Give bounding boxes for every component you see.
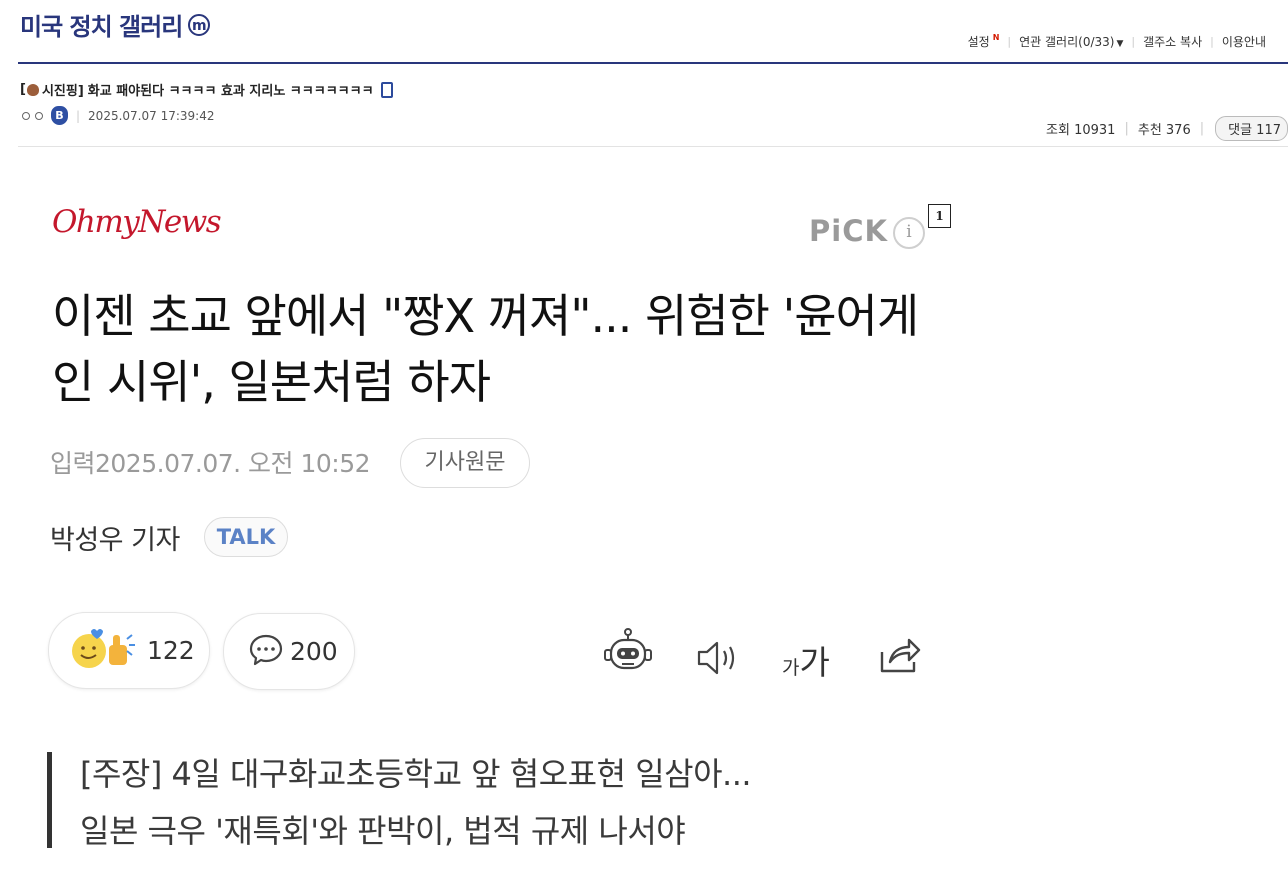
smile-thumbs-up-icon (69, 627, 137, 675)
post-title-text: 화교 패야된다 ㅋㅋㅋㅋ 효과 지리노 ㅋㅋㅋㅋㅋㅋㅋ (87, 84, 374, 99)
summary-quote-bar (47, 752, 52, 848)
article-comment-button: 200 (223, 613, 355, 690)
gallery-top-nav: 설정 N | 연관 갤러리(0/33) ▼ | 갤주소 복사 | 이용안내 (968, 33, 1266, 50)
related-galleries-dropdown[interactable]: 연관 갤러리(0/33) ▼ (1019, 33, 1123, 50)
font-size-small-label: 가 (782, 657, 800, 679)
settings-link[interactable]: 설정 N (968, 33, 1000, 50)
article-comment-count: 200 (290, 637, 338, 666)
footnote-marker: 1 (928, 204, 951, 228)
post-datetime: 2025.07.07 17:39:42 (88, 108, 215, 123)
share-icon (878, 634, 922, 680)
caret-down-icon: ▼ (1116, 39, 1124, 49)
nav-divider: | (1007, 35, 1012, 48)
mobile-icon (380, 81, 393, 98)
original-article-button: 기사원문 (400, 438, 530, 488)
font-size-large-label: 가 (799, 643, 830, 682)
author-level-badge-icon[interactable]: B (51, 106, 68, 125)
ai-summary-robot-icon (602, 628, 654, 680)
summary-line: [주장] 4일 대구화교초등학교 앞 혐오표현 일삼아... (80, 755, 752, 793)
view-count: 조회 10931 (1046, 123, 1116, 138)
ohmynews-logo: OhmyNews (52, 204, 222, 240)
post-title-bracket: [ (20, 82, 26, 97)
gallery-title[interactable]: 미국 정치 갤러리 m (20, 7, 211, 42)
speech-bubble-icon (248, 632, 284, 672)
nav-divider: | (1210, 35, 1214, 48)
post-title: [ 시진핑] 화교 패야된다 ㅋㅋㅋㅋ 효과 지리노 ㅋㅋㅋㅋㅋㅋㅋ (20, 80, 393, 99)
related-galleries-label: 연관 갤러리(0/33) (1019, 35, 1115, 49)
pick-label: PiCK (809, 214, 888, 248)
guide-link[interactable]: 이용안내 (1222, 33, 1266, 50)
stats-divider: | (1199, 121, 1205, 136)
reaction-count: 122 (147, 636, 195, 665)
settings-label: 설정 (967, 35, 990, 49)
info-icon: i (893, 217, 925, 249)
post-header-rule (18, 146, 1288, 147)
recommend-count: 추천 376 (1137, 123, 1191, 138)
gallery-header-rule (18, 62, 1288, 64)
talk-button: TALK (204, 517, 288, 557)
post-title-tag: 시진핑] (41, 84, 84, 99)
reporter-name: 박성우 기자 (50, 525, 180, 556)
summary-line: 일본 극우 '재특회'와 판박이, 법적 규제 나서야 (80, 812, 686, 850)
author-ring-icon (22, 111, 30, 120)
new-badge: N (992, 33, 1000, 42)
minor-gallery-badge-icon: m (188, 13, 211, 36)
post-meta: B | 2025.07.07 17:39:42 (22, 106, 214, 125)
article-input-time: 입력2025.07.07. 오전 10:52 (50, 449, 371, 478)
post-stats: 조회 10931 | 추천 376 | 댓글 117 (1046, 116, 1288, 141)
copy-address-link[interactable]: 갤주소 복사 (1143, 33, 1202, 50)
reaction-button: 122 (48, 612, 210, 689)
article-summary: [주장] 4일 대구화교초등학교 앞 혐오표현 일삼아... 일본 극우 '재특… (80, 746, 752, 860)
author-ring-icon (35, 111, 43, 120)
article-headline: 이젠 초교 앞에서 "짱X 꺼져"... 위험한 '윤어게인 시위', 일본처럼… (52, 289, 919, 409)
stats-divider: | (1124, 121, 1129, 136)
speaker-icon (695, 638, 741, 682)
font-size-icon: 가가 (782, 636, 830, 684)
nav-divider: | (1131, 35, 1136, 48)
meta-divider: | (76, 108, 81, 123)
gallery-title-text[interactable]: 미국 정치 갤러리 (20, 7, 183, 42)
poop-icon (26, 83, 39, 96)
comment-count-button[interactable]: 댓글 117 (1215, 116, 1288, 141)
